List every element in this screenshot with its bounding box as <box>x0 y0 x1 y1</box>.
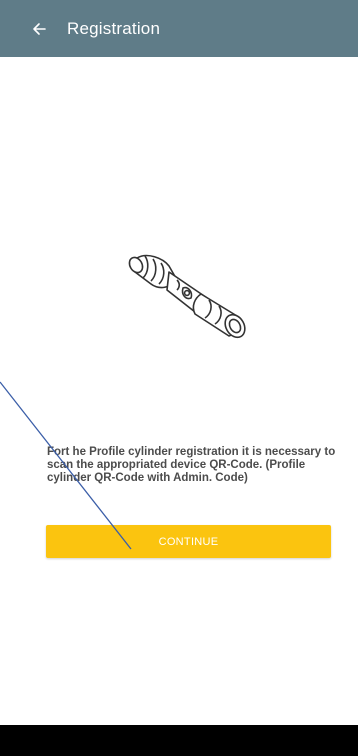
back-button[interactable] <box>27 17 51 41</box>
system-navigation-bar <box>0 725 358 756</box>
app-bar: Registration <box>0 0 358 57</box>
instructions-text: Fort he Profile cylinder registration it… <box>47 446 336 484</box>
profile-cylinder-icon <box>128 254 246 339</box>
arrow-left-icon <box>33 22 46 35</box>
page-title: Registration <box>67 18 161 38</box>
annotation-line <box>0 381 132 550</box>
continue-button[interactable]: CONTINUE <box>46 525 331 558</box>
